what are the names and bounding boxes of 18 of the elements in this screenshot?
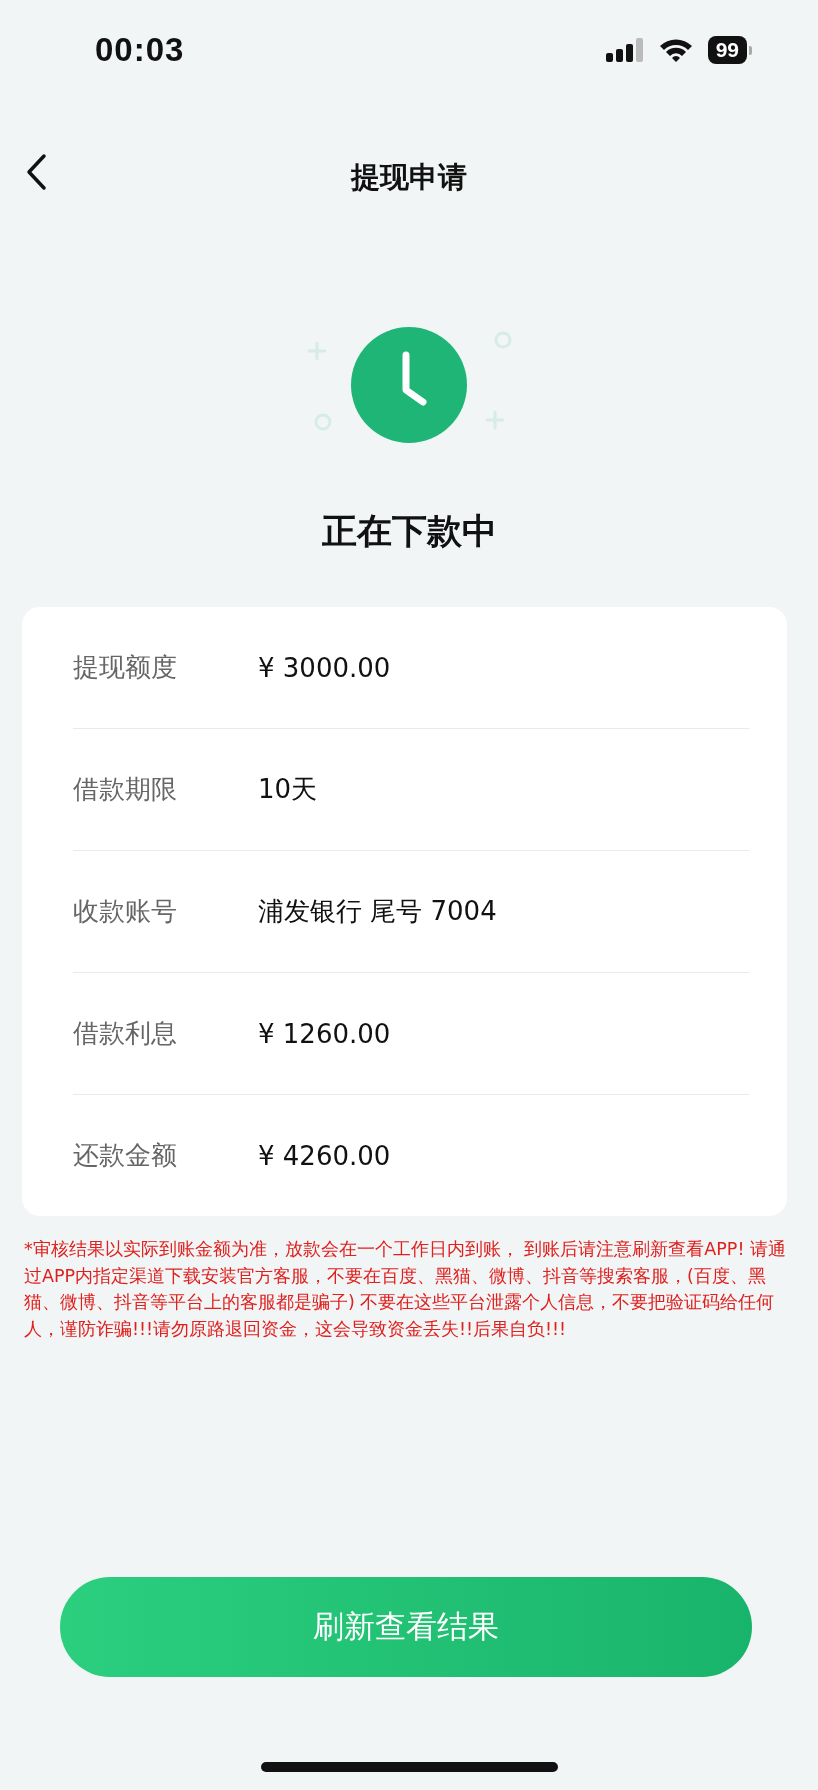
detail-value: 浦发银行 尾号 7004 xyxy=(258,895,497,928)
refresh-button[interactable]: 刷新查看结果 xyxy=(60,1577,752,1677)
status-title: 正在下款中 xyxy=(321,510,497,553)
detail-value: ¥ 4260.00 xyxy=(258,1140,391,1171)
detail-value: 10天 xyxy=(258,773,318,806)
battery-level: 99 xyxy=(707,36,747,64)
notice-text: *审核结果以实际到账金额为准，放款会在一个工作日内到账， 到账后请注意刷新查看APP! 请通过APP内指定渠道下载安装官方客服，不要在百度、黑猫、微博、抖音等搜索客服，(百度、黑猫、微博、抖音等平台上的客服都是骗子) 不要在这些平台泄露个人信息，不要把验证码给任何人，谨防诈骗!!!请勿原路退回资金，这会导致资金丢失!!后果自负!!! xyxy=(24,1238,787,1341)
signal-icon xyxy=(605,38,644,62)
detail-value: ¥ 3000.00 xyxy=(258,652,391,683)
detail-label: 借款利息 xyxy=(73,1017,178,1050)
detail-value: ¥ 1260.00 xyxy=(258,1018,391,1049)
detail-label: 还款金额 xyxy=(73,1139,178,1172)
detail-label: 借款期限 xyxy=(73,773,178,806)
page-title: 提现申请 xyxy=(351,159,467,196)
back-icon[interactable] xyxy=(25,153,47,191)
detail-label: 收款账号 xyxy=(73,895,178,928)
status-time: 00:03 xyxy=(95,31,185,69)
detail-label: 提现额度 xyxy=(73,651,178,684)
